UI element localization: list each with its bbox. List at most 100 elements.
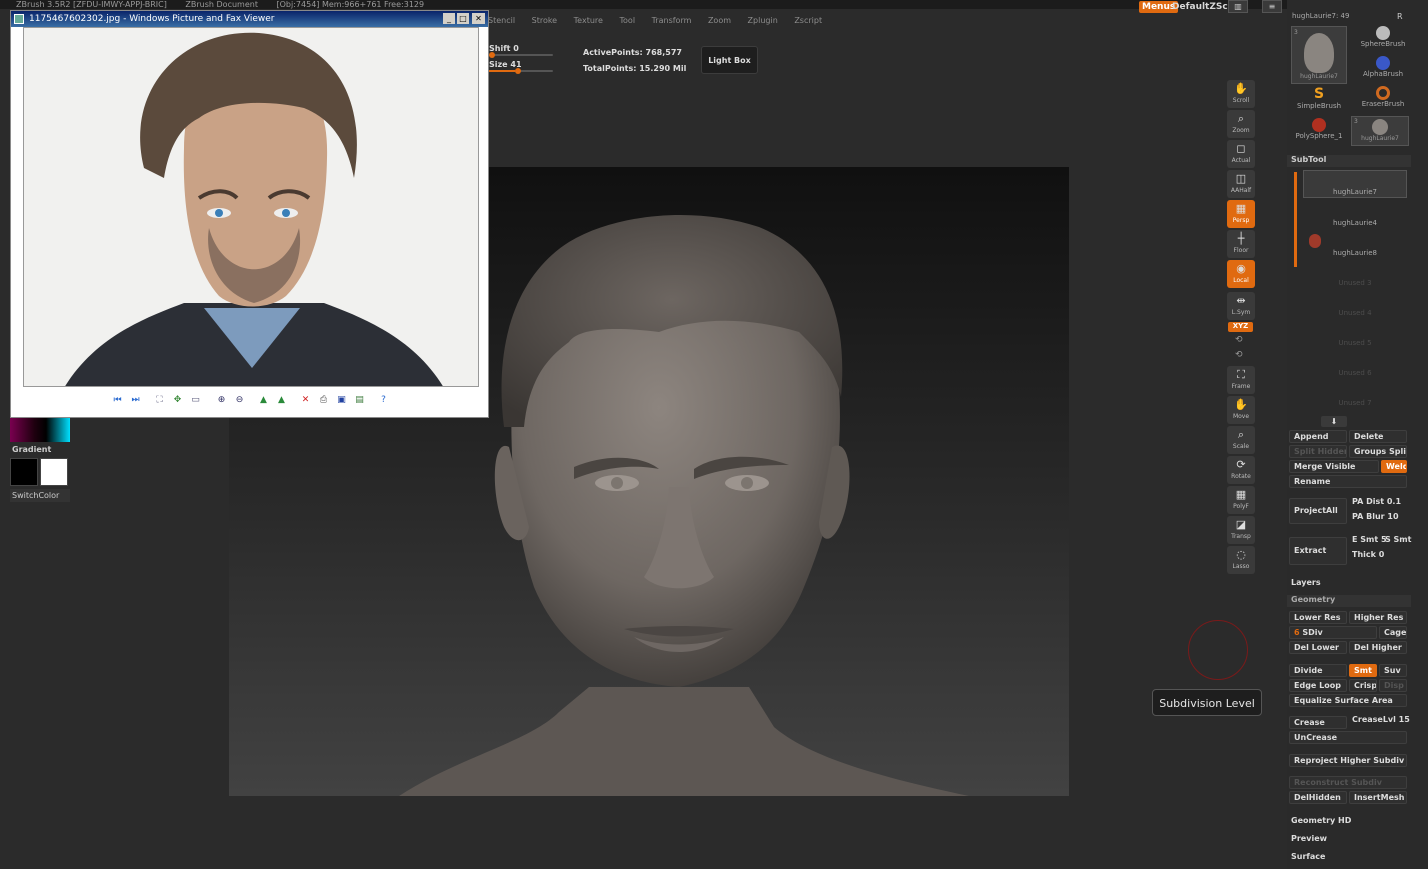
disp-toggle[interactable]: Disp: [1379, 679, 1407, 692]
polysphere-tool[interactable]: PolySphere_1: [1291, 118, 1347, 146]
xyz-toggle[interactable]: XYZ: [1228, 322, 1253, 332]
merge-visible-button[interactable]: Merge Visible: [1289, 460, 1379, 473]
color-picker[interactable]: [10, 418, 70, 442]
sphere-brush[interactable]: SphereBrush: [1353, 26, 1413, 54]
crisp-toggle[interactable]: Crisp: [1349, 679, 1377, 692]
reconstruct-button[interactable]: Reconstruct Subdiv: [1289, 776, 1407, 789]
s-smt-slider[interactable]: S Smt: [1385, 535, 1411, 544]
zoom-button[interactable]: ⌕ Zoom: [1227, 110, 1255, 138]
previous-image-icon[interactable]: ⏮: [111, 394, 124, 407]
local-button[interactable]: ◉ Local: [1227, 260, 1255, 288]
rotate-y-icon[interactable]: ⟲: [1235, 335, 1243, 345]
rotate-clockwise-icon[interactable]: ▲: [257, 394, 270, 407]
subtool-item-1[interactable]: hughLaurie7: [1303, 170, 1407, 198]
append-button[interactable]: Append: [1289, 430, 1347, 443]
switch-color-button[interactable]: SwitchColor: [10, 489, 70, 502]
viewer-maximize-button[interactable]: □: [457, 13, 469, 24]
menu-zoom[interactable]: Zoom: [708, 16, 731, 25]
pa-dist-slider[interactable]: PA Dist 0.1: [1352, 497, 1401, 506]
zoom-in-icon[interactable]: ⊕: [215, 394, 228, 407]
r-button[interactable]: R: [1397, 12, 1403, 21]
move-down-icon[interactable]: ⬇: [1321, 416, 1347, 427]
extract-button[interactable]: Extract: [1289, 537, 1347, 565]
viewer-minimize-button[interactable]: _: [443, 13, 455, 24]
picture-viewer-window[interactable]: 1175467602302.jpg - Windows Picture and …: [10, 10, 489, 418]
subtool-scrollbar[interactable]: [1294, 172, 1297, 267]
lower-res-button[interactable]: Lower Res: [1289, 611, 1347, 624]
print-icon[interactable]: ⎙: [317, 394, 330, 407]
cage-button[interactable]: Cage: [1379, 626, 1407, 639]
slideshow-icon[interactable]: ▭: [189, 394, 202, 407]
del-hidden-button[interactable]: DelHidden: [1289, 791, 1347, 804]
eraser-brush[interactable]: EraserBrush: [1353, 86, 1413, 114]
alpha-brush[interactable]: AlphaBrush: [1353, 56, 1413, 84]
surface-section[interactable]: Surface: [1291, 852, 1325, 861]
delete-icon[interactable]: ✕: [299, 394, 312, 407]
higher-res-button[interactable]: Higher Res: [1349, 611, 1407, 624]
secondary-color-swatch[interactable]: [40, 458, 68, 486]
help-icon[interactable]: ?: [377, 394, 390, 407]
subtool-item-2[interactable]: hughLaurie4: [1303, 200, 1407, 228]
shift-knob[interactable]: [489, 52, 495, 58]
preview-section[interactable]: Preview: [1291, 834, 1327, 843]
menu-icon[interactable]: ≡: [1262, 0, 1282, 13]
groups-split-button[interactable]: Groups Split: [1349, 445, 1407, 458]
lsym-button[interactable]: ⇹ L.Sym: [1227, 292, 1255, 320]
geometry-hd-section[interactable]: Geometry HD: [1291, 816, 1351, 825]
viewer-title-bar[interactable]: 1175467602302.jpg - Windows Picture and …: [11, 11, 488, 27]
geometry-header[interactable]: Geometry: [1287, 595, 1411, 607]
open-editor-icon[interactable]: ▤: [353, 394, 366, 407]
delete-button[interactable]: Delete: [1349, 430, 1407, 443]
smt-toggle[interactable]: Smt: [1349, 664, 1377, 677]
move-button[interactable]: ✋ Move: [1227, 396, 1255, 424]
reproject-button[interactable]: Reproject Higher Subdiv: [1289, 754, 1407, 767]
frame-button[interactable]: ⛶ Frame: [1227, 366, 1255, 394]
menu-transform[interactable]: Transform: [652, 16, 692, 25]
next-image-icon[interactable]: ⏭: [129, 394, 142, 407]
save-copy-icon[interactable]: ▣: [335, 394, 348, 407]
gradient-label[interactable]: Gradient: [12, 445, 51, 454]
crease-level-slider[interactable]: CreaseLvl 15: [1352, 715, 1410, 724]
sdiv-slider[interactable]: 6 SDiv: [1289, 626, 1377, 639]
edge-loop-button[interactable]: Edge Loop: [1289, 679, 1347, 692]
viewer-close-button[interactable]: ✕: [472, 13, 485, 24]
menu-zscript[interactable]: Zscript: [794, 16, 822, 25]
floor-button[interactable]: ┼ Floor: [1227, 230, 1255, 258]
e-smt-slider[interactable]: E Smt 5: [1352, 535, 1387, 544]
rotate-button[interactable]: ⟳ Rotate: [1227, 456, 1255, 484]
crease-button[interactable]: Crease: [1289, 716, 1347, 729]
primary-color-swatch[interactable]: [10, 458, 38, 486]
menu-stroke[interactable]: Stroke: [532, 16, 558, 25]
split-hidden-button[interactable]: Split Hidden: [1289, 445, 1347, 458]
subtool-item-3[interactable]: hughLaurie8: [1303, 230, 1407, 258]
actual-size-icon[interactable]: ✥: [171, 394, 184, 407]
tool-thumb-hughlaurie7-small[interactable]: 3 hughLaurie7: [1351, 116, 1409, 146]
rotate-z-icon[interactable]: ⟲: [1235, 350, 1243, 360]
menu-stencil[interactable]: Stencil: [488, 16, 515, 25]
rotate-counterclockwise-icon[interactable]: ▲: [275, 394, 288, 407]
del-lower-button[interactable]: Del Lower: [1289, 641, 1347, 654]
layers-section[interactable]: Layers: [1291, 578, 1321, 587]
polyf-button[interactable]: ▦ PolyF: [1227, 486, 1255, 514]
simple-brush[interactable]: S SimpleBrush: [1291, 86, 1347, 114]
aahalf-button[interactable]: ◫ AAHalf: [1227, 170, 1255, 198]
project-all-button[interactable]: ProjectAll: [1289, 498, 1347, 524]
layout-icon[interactable]: ▥: [1228, 0, 1248, 13]
zoom-out-icon[interactable]: ⊖: [233, 394, 246, 407]
lasso-button[interactable]: ◌ Lasso: [1227, 546, 1255, 574]
scroll-button[interactable]: ✋ Scroll: [1227, 80, 1255, 108]
menu-tool[interactable]: Tool: [620, 16, 636, 25]
tool-thumb-hughlaurie7[interactable]: 3 hughLaurie7: [1291, 26, 1347, 84]
menu-texture[interactable]: Texture: [574, 16, 603, 25]
persp-button[interactable]: ▦ Persp: [1227, 200, 1255, 228]
insert-mesh-button[interactable]: InsertMesh: [1349, 791, 1407, 804]
weld-toggle[interactable]: Weld: [1381, 460, 1407, 473]
shift-slider[interactable]: [489, 52, 553, 58]
light-box-button[interactable]: Light Box: [701, 46, 758, 74]
actual-button[interactable]: ◻ Actual: [1227, 140, 1255, 168]
pa-blur-slider[interactable]: PA Blur 10: [1352, 512, 1399, 521]
best-fit-icon[interactable]: ⛶: [153, 394, 166, 407]
uncrease-button[interactable]: UnCrease: [1289, 731, 1407, 744]
subtool-header[interactable]: SubTool: [1287, 155, 1411, 167]
suv-toggle[interactable]: Suv: [1379, 664, 1407, 677]
